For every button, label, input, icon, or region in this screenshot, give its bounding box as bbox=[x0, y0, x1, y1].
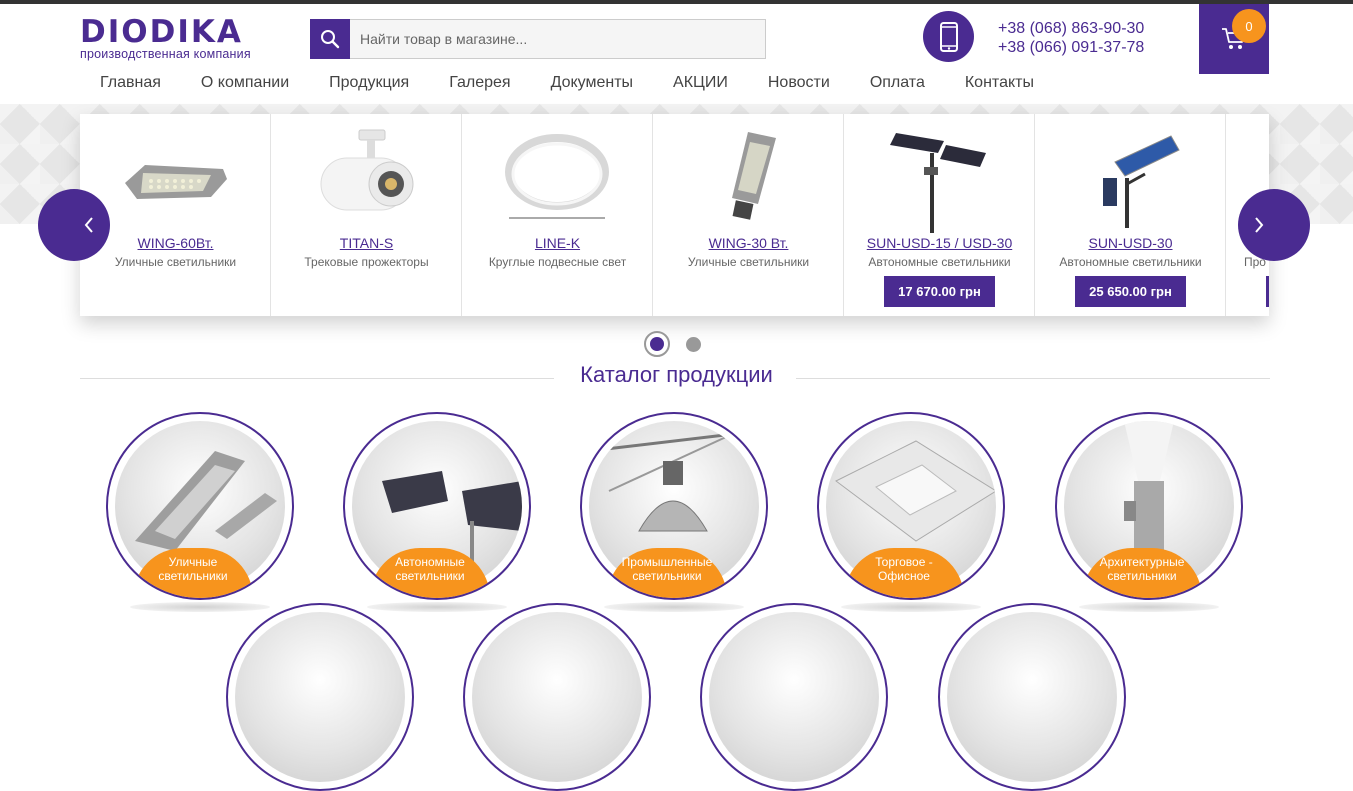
category-item[interactable] bbox=[938, 603, 1126, 791]
logo-title: DIODIKA bbox=[80, 14, 243, 50]
search-icon bbox=[321, 30, 340, 49]
phone-number-1[interactable]: +38 (068) 863-90-30 bbox=[998, 19, 1144, 38]
category-shadow bbox=[1079, 602, 1219, 612]
slide-item[interactable]: WING-30 Вт. Уличные светильники bbox=[653, 114, 844, 316]
product-image-street-light-30[interactable] bbox=[673, 122, 823, 234]
phone-numbers: +38 (068) 863-90-30 +38 (066) 091-37-78 bbox=[998, 19, 1144, 57]
category-industrial-lights[interactable]: Промышленные светильники bbox=[580, 412, 768, 600]
product-image-track-spotlight[interactable] bbox=[291, 122, 441, 234]
search-bar bbox=[310, 19, 766, 59]
product-image-solar-light-30[interactable] bbox=[1055, 122, 1205, 234]
category-item[interactable] bbox=[463, 603, 651, 791]
product-image-street-light[interactable] bbox=[100, 122, 250, 234]
category-image bbox=[709, 612, 879, 782]
slide-product-name[interactable]: WING-60Вт. bbox=[80, 235, 271, 251]
category-label: Уличные светильники bbox=[133, 548, 253, 598]
slide-product-name[interactable]: TITAN-S bbox=[271, 235, 462, 251]
slider-prev-button[interactable] bbox=[38, 189, 110, 261]
slide-item[interactable]: SUN-USD-30 Автономные светильники 25 650… bbox=[1035, 114, 1226, 316]
slide-product-category: Уличные светильники bbox=[687, 255, 810, 269]
category-image bbox=[235, 612, 405, 782]
slider-dot-2[interactable] bbox=[686, 336, 701, 352]
category-autonomous-lights[interactable]: Автономные светильники bbox=[343, 412, 531, 600]
nav-item-home[interactable]: Главная bbox=[80, 74, 181, 92]
logo[interactable]: DIODIKA производственная компания bbox=[80, 16, 280, 61]
category-label: Автономные светильники bbox=[370, 548, 490, 598]
product-image-solar-light[interactable] bbox=[864, 122, 1014, 234]
slide-item[interactable]: TITAN-S Трековые прожекторы bbox=[271, 114, 462, 316]
category-image bbox=[472, 612, 642, 782]
slide-item[interactable]: SUN-USD-15 / USD-30 Автономные светильни… bbox=[844, 114, 1035, 316]
slide-product-category: Уличные светильники bbox=[114, 255, 237, 269]
product-slider: WING-60Вт. Уличные светильники TITAN-S Т… bbox=[80, 114, 1269, 316]
category-label: Архитектурные светильники bbox=[1082, 548, 1202, 598]
category-label: Промышленные светильники bbox=[607, 548, 727, 598]
category-commercial-office[interactable]: Торговое - Офисное bbox=[817, 412, 1005, 600]
slide-product-category: Автономные светильники bbox=[868, 255, 1011, 269]
category-image bbox=[947, 612, 1117, 782]
category-shadow bbox=[604, 602, 744, 612]
slide-price-button[interactable]: 17 670.00 грн bbox=[884, 276, 995, 307]
slide-product-category: Круглые подвесные свет bbox=[488, 255, 627, 269]
category-street-lights[interactable]: Уличные светильники bbox=[106, 412, 294, 600]
nav-item-news[interactable]: Новости bbox=[748, 74, 850, 92]
nav-item-gallery[interactable]: Галерея bbox=[429, 74, 530, 92]
category-item[interactable] bbox=[700, 603, 888, 791]
category-shadow bbox=[130, 602, 270, 612]
chevron-right-icon bbox=[1255, 217, 1264, 233]
logo-tagline: производственная компания bbox=[80, 47, 251, 61]
slide-price-button[interactable]: 25 650.00 грн bbox=[1075, 276, 1186, 307]
slider-dot-1[interactable] bbox=[644, 331, 670, 357]
slide-price-button[interactable] bbox=[1266, 276, 1269, 307]
nav-item-promotions[interactable]: АКЦИИ bbox=[653, 74, 748, 92]
nav-item-documents[interactable]: Документы bbox=[531, 74, 653, 92]
phone-number-2[interactable]: +38 (066) 091-37-78 bbox=[998, 38, 1144, 57]
slide-item[interactable]: LINE-K Круглые подвесные свет bbox=[462, 114, 653, 316]
nav-item-payment[interactable]: Оплата bbox=[850, 74, 945, 92]
category-shadow bbox=[841, 602, 981, 612]
slide-product-name[interactable]: SUN-USD-15 / USD-30 bbox=[844, 235, 1035, 251]
cart-button[interactable]: 0 bbox=[1199, 4, 1269, 74]
slider-next-button[interactable] bbox=[1238, 189, 1310, 261]
product-image-ring-pendant[interactable] bbox=[482, 122, 632, 234]
header: DIODIKA производственная компания +38 (0… bbox=[0, 4, 1353, 104]
slide-product-category: Трековые прожекторы bbox=[304, 255, 429, 269]
chevron-left-icon bbox=[84, 217, 93, 233]
search-input[interactable] bbox=[350, 19, 766, 59]
nav-item-products[interactable]: Продукция bbox=[309, 74, 429, 92]
category-shadow bbox=[367, 602, 507, 612]
phone-icon bbox=[923, 11, 974, 62]
nav-item-contacts[interactable]: Контакты bbox=[945, 74, 1054, 92]
slide-product-name[interactable]: WING-30 Вт. bbox=[653, 235, 844, 251]
category-label: Торговое - Офисное bbox=[844, 548, 964, 598]
cart-count-badge: 0 bbox=[1232, 9, 1266, 43]
search-button[interactable] bbox=[310, 19, 350, 59]
category-item[interactable] bbox=[226, 603, 414, 791]
slide-product-name[interactable]: SUN-USD-30 bbox=[1035, 235, 1226, 251]
main-nav: Главная О компании Продукция Галерея Док… bbox=[80, 72, 1054, 94]
category-architectural-lights[interactable]: Архитектурные светильники bbox=[1055, 412, 1243, 600]
catalog-title: Каталог продукции bbox=[0, 362, 1353, 388]
slide-product-category: Автономные светильники bbox=[1059, 255, 1202, 269]
nav-item-about[interactable]: О компании bbox=[181, 74, 309, 92]
slider-pagination bbox=[644, 331, 701, 357]
slide-product-name[interactable]: LINE-K bbox=[462, 235, 653, 251]
